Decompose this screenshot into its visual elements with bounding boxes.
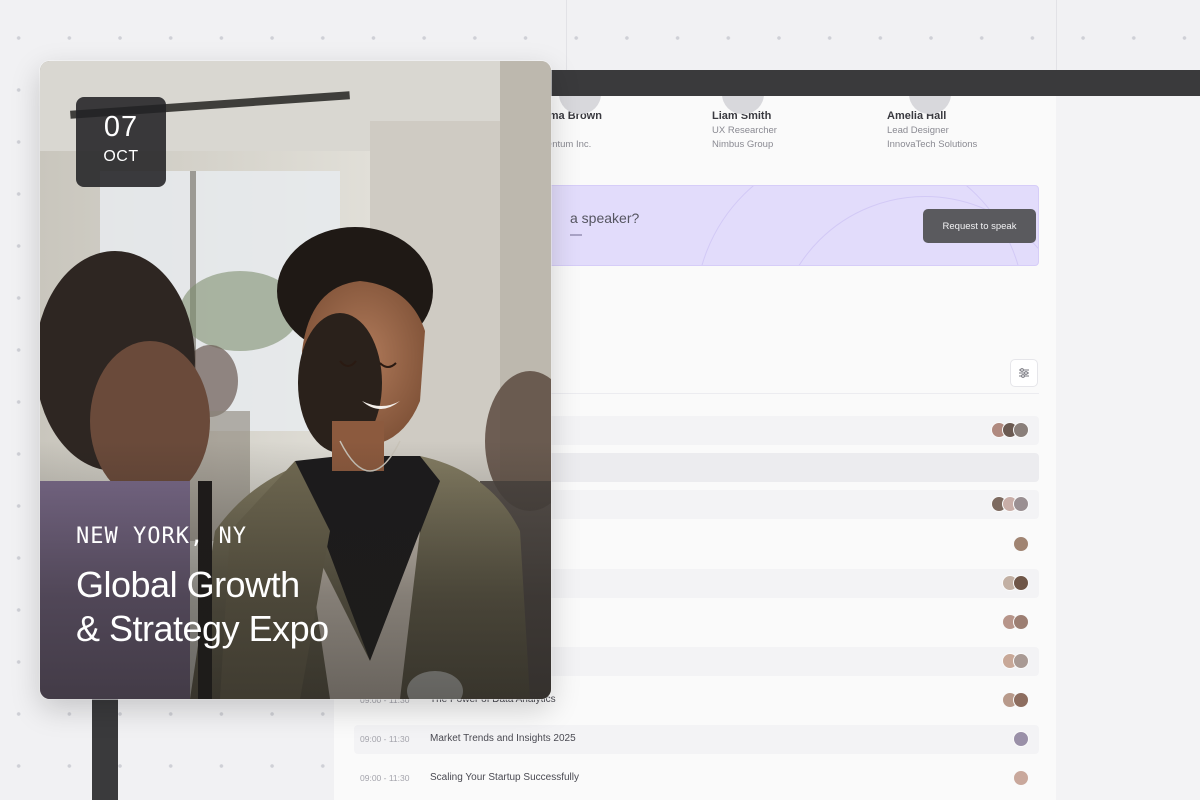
- session-speaker-avatars: [1013, 770, 1029, 786]
- avatar: [1013, 614, 1029, 630]
- event-title-line-2: & Strategy Expo: [76, 608, 329, 649]
- avatar: [1013, 731, 1029, 747]
- avatar: [1013, 692, 1029, 708]
- event-month: OCT: [103, 148, 139, 165]
- speaker-role: UX Researcher: [712, 125, 777, 136]
- session-speaker-avatars: [1013, 731, 1029, 747]
- session-speaker-avatars: [991, 496, 1029, 512]
- session-time: 09:00 - 11:30: [360, 734, 410, 744]
- device-frame-left: [92, 690, 118, 800]
- filter-button[interactable]: [1010, 359, 1038, 387]
- request-to-speak-button[interactable]: Request to speak: [923, 209, 1036, 243]
- session-speaker-avatars: [1002, 614, 1029, 630]
- session-speaker-avatars: [1002, 653, 1029, 669]
- event-card[interactable]: 07 OCT NEW YORK, NY Global Growth & Stra…: [40, 61, 551, 699]
- avatar: [1013, 496, 1029, 512]
- speaker-card[interactable]: Amelia Hall Lead Designer InnovaTech Sol…: [887, 96, 978, 150]
- event-day: 07: [103, 111, 139, 143]
- banner-subtitle: [570, 234, 582, 236]
- event-location: NEW YORK, NY: [76, 524, 247, 549]
- session-time: 09:00 - 11:30: [360, 773, 410, 783]
- banner-title: a speaker?: [570, 210, 640, 226]
- session-speaker-avatars: [1002, 692, 1029, 708]
- avatar: [1013, 536, 1029, 552]
- avatar: [1013, 653, 1029, 669]
- avatar: [1013, 422, 1029, 438]
- speaker-company: InnovaTech Solutions: [887, 139, 978, 150]
- session-row[interactable]: 09:00 - 11:30 Scaling Your Startup Succes…: [354, 764, 1039, 793]
- avatar: [1013, 575, 1029, 591]
- date-badge: 07 OCT: [76, 97, 166, 187]
- app-side-panel: [1056, 96, 1200, 800]
- speaker-card[interactable]: Liam Smith UX Researcher Nimbus Group: [712, 96, 777, 150]
- speaker-role: Lead Designer: [887, 125, 949, 136]
- session-title: Market Trends and Insights 2025: [430, 733, 576, 744]
- session-speaker-avatars: [1002, 575, 1029, 591]
- session-title: Scaling Your Startup Successfully: [430, 772, 579, 783]
- avatar: [1013, 770, 1029, 786]
- session-speaker-avatars: [991, 422, 1029, 438]
- speaker-company: Nimbus Group: [712, 139, 774, 150]
- event-title-line-1: Global Growth: [76, 564, 300, 605]
- session-speaker-avatars: [1013, 536, 1029, 552]
- session-row[interactable]: 09:00 - 11:30 Market Trends and Insights …: [354, 725, 1039, 754]
- sliders-icon: [1019, 368, 1029, 378]
